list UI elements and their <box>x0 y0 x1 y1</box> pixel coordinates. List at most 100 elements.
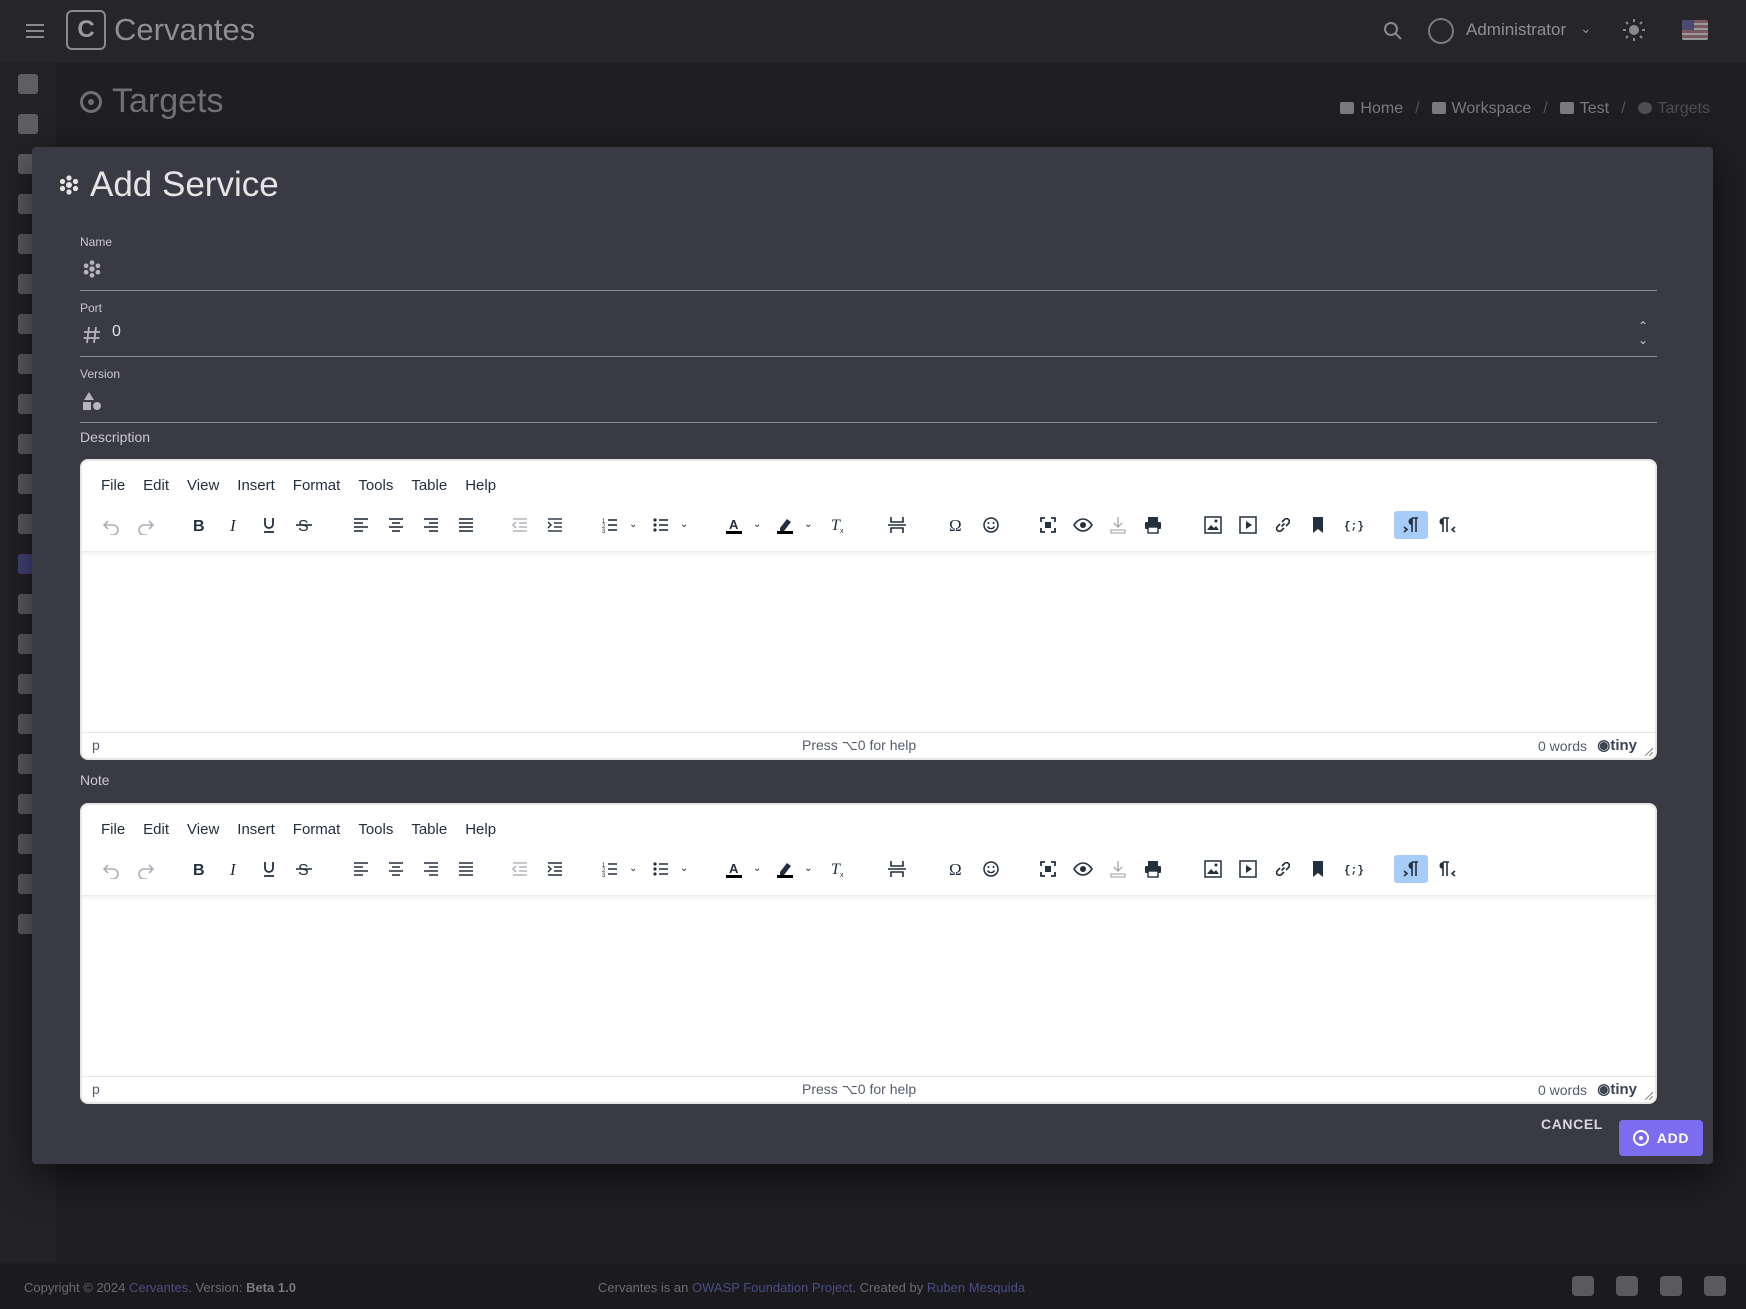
emoji-icon[interactable] <box>977 511 1005 539</box>
text-color-icon[interactable]: A <box>720 855 748 883</box>
version-input[interactable] <box>112 387 1612 413</box>
search-icon[interactable] <box>1382 20 1404 42</box>
theme-toggle-icon[interactable] <box>1622 18 1646 42</box>
menu-tools[interactable]: Tools <box>349 477 402 494</box>
save-icon[interactable] <box>1104 511 1132 539</box>
chevron-down-icon[interactable]: ⌄ <box>753 519 761 530</box>
chevron-down-icon[interactable]: ⌄ <box>804 863 812 874</box>
menu-insert[interactable]: Insert <box>228 477 284 494</box>
print-icon[interactable] <box>1139 855 1167 883</box>
bold-icon[interactable]: B <box>185 855 213 883</box>
anchor-icon[interactable] <box>1304 855 1332 883</box>
element-path[interactable]: p <box>92 1081 100 1097</box>
chevron-down-icon[interactable]: ⌄ <box>804 519 812 530</box>
underline-icon[interactable] <box>255 511 283 539</box>
menu-table[interactable]: Table <box>402 821 456 838</box>
indent-icon[interactable] <box>541 855 569 883</box>
outdent-icon[interactable] <box>506 855 534 883</box>
breadcrumb-home[interactable]: Home <box>1340 100 1403 118</box>
rtl-icon[interactable] <box>1434 511 1462 539</box>
align-justify-icon[interactable] <box>452 855 480 883</box>
footer-owasp-link[interactable]: OWASP Foundation Project <box>692 1280 852 1295</box>
numbered-list-icon[interactable]: 123 <box>596 855 624 883</box>
tiny-logo[interactable]: ◉tiny <box>1597 736 1637 754</box>
preview-icon[interactable] <box>1069 855 1097 883</box>
twitter-icon[interactable] <box>1572 1276 1594 1296</box>
rtl-icon[interactable] <box>1434 855 1462 883</box>
align-center-icon[interactable] <box>382 855 410 883</box>
footer-author-link[interactable]: Ruben Mesquida <box>927 1280 1025 1295</box>
chevron-up-icon[interactable]: ⌃ <box>1635 319 1651 333</box>
page-break-icon[interactable] <box>883 511 911 539</box>
cancel-button[interactable]: CANCEL <box>1541 1116 1603 1132</box>
align-justify-icon[interactable] <box>452 511 480 539</box>
image-icon[interactable] <box>1199 855 1227 883</box>
chevron-down-icon[interactable]: ⌄ <box>680 863 688 874</box>
menu-help[interactable]: Help <box>456 477 505 494</box>
name-field[interactable]: Name <box>80 235 1657 291</box>
menu-format[interactable]: Format <box>284 821 350 838</box>
strikethrough-icon[interactable]: S <box>290 855 318 883</box>
print-icon[interactable] <box>1139 511 1167 539</box>
align-right-icon[interactable] <box>417 855 445 883</box>
menu-help[interactable]: Help <box>456 821 505 838</box>
ltr-icon[interactable] <box>1394 855 1428 883</box>
clear-format-icon[interactable]: Tx <box>824 511 852 539</box>
highlight-color-icon[interactable] <box>771 511 799 539</box>
emoji-icon[interactable] <box>977 855 1005 883</box>
word-count[interactable]: 0 words <box>1538 1082 1587 1098</box>
align-left-icon[interactable] <box>347 511 375 539</box>
discord-icon[interactable] <box>1616 1276 1638 1296</box>
link-icon[interactable] <box>1269 855 1297 883</box>
docs-icon[interactable] <box>1660 1276 1682 1296</box>
ltr-icon[interactable] <box>1394 511 1428 539</box>
outdent-icon[interactable] <box>506 511 534 539</box>
menu-icon[interactable] <box>24 20 46 42</box>
app-logo[interactable]: C Cervantes <box>66 10 255 50</box>
strikethrough-icon[interactable]: S <box>290 511 318 539</box>
menu-format[interactable]: Format <box>284 477 350 494</box>
link-icon[interactable] <box>1269 511 1297 539</box>
resize-handle-icon[interactable] <box>1643 1090 1653 1100</box>
menu-edit[interactable]: Edit <box>134 821 178 838</box>
chevron-down-icon[interactable]: ⌄ <box>629 863 637 874</box>
add-button[interactable]: ADD <box>1619 1120 1703 1156</box>
menu-view[interactable]: View <box>178 477 228 494</box>
fullscreen-icon[interactable] <box>1034 855 1062 883</box>
fullscreen-icon[interactable] <box>1034 511 1062 539</box>
anchor-icon[interactable] <box>1304 511 1332 539</box>
align-left-icon[interactable] <box>347 855 375 883</box>
footer-app-link[interactable]: Cervantes <box>129 1280 188 1295</box>
menu-tools[interactable]: Tools <box>349 821 402 838</box>
element-path[interactable]: p <box>92 737 100 753</box>
menu-view[interactable]: View <box>178 821 228 838</box>
github-icon[interactable] <box>1704 1276 1726 1296</box>
port-spinner[interactable]: ⌃ ⌄ <box>1635 319 1651 349</box>
code-sample-icon[interactable]: {;} <box>1339 855 1367 883</box>
bullet-list-icon[interactable] <box>647 855 675 883</box>
user-avatar[interactable] <box>1428 18 1454 44</box>
chevron-down-icon[interactable]: ⌄ <box>753 863 761 874</box>
chevron-down-icon[interactable]: ⌄ <box>1580 20 1592 37</box>
undo-icon[interactable] <box>97 855 125 883</box>
clear-format-icon[interactable]: Tx <box>824 855 852 883</box>
redo-icon[interactable] <box>132 511 160 539</box>
align-right-icon[interactable] <box>417 511 445 539</box>
version-field[interactable]: Version <box>80 367 1657 423</box>
port-field[interactable]: Port 0 ⌃ ⌄ <box>80 301 1657 357</box>
name-input[interactable] <box>112 255 1612 281</box>
italic-icon[interactable]: I <box>220 511 248 539</box>
resize-handle-icon[interactable] <box>1643 746 1653 756</box>
menu-file[interactable]: File <box>92 477 134 494</box>
underline-icon[interactable] <box>255 855 283 883</box>
menu-table[interactable]: Table <box>402 477 456 494</box>
breadcrumb-workspace[interactable]: Workspace <box>1431 100 1531 118</box>
image-icon[interactable] <box>1199 511 1227 539</box>
text-color-icon[interactable]: A <box>720 511 748 539</box>
breadcrumb-test[interactable]: Test <box>1559 100 1609 118</box>
language-flag-icon[interactable] <box>1682 20 1708 40</box>
menu-file[interactable]: File <box>92 821 134 838</box>
chevron-down-icon[interactable]: ⌄ <box>1635 333 1651 347</box>
user-name[interactable]: Administrator <box>1466 20 1566 40</box>
code-sample-icon[interactable]: {;} <box>1339 511 1367 539</box>
